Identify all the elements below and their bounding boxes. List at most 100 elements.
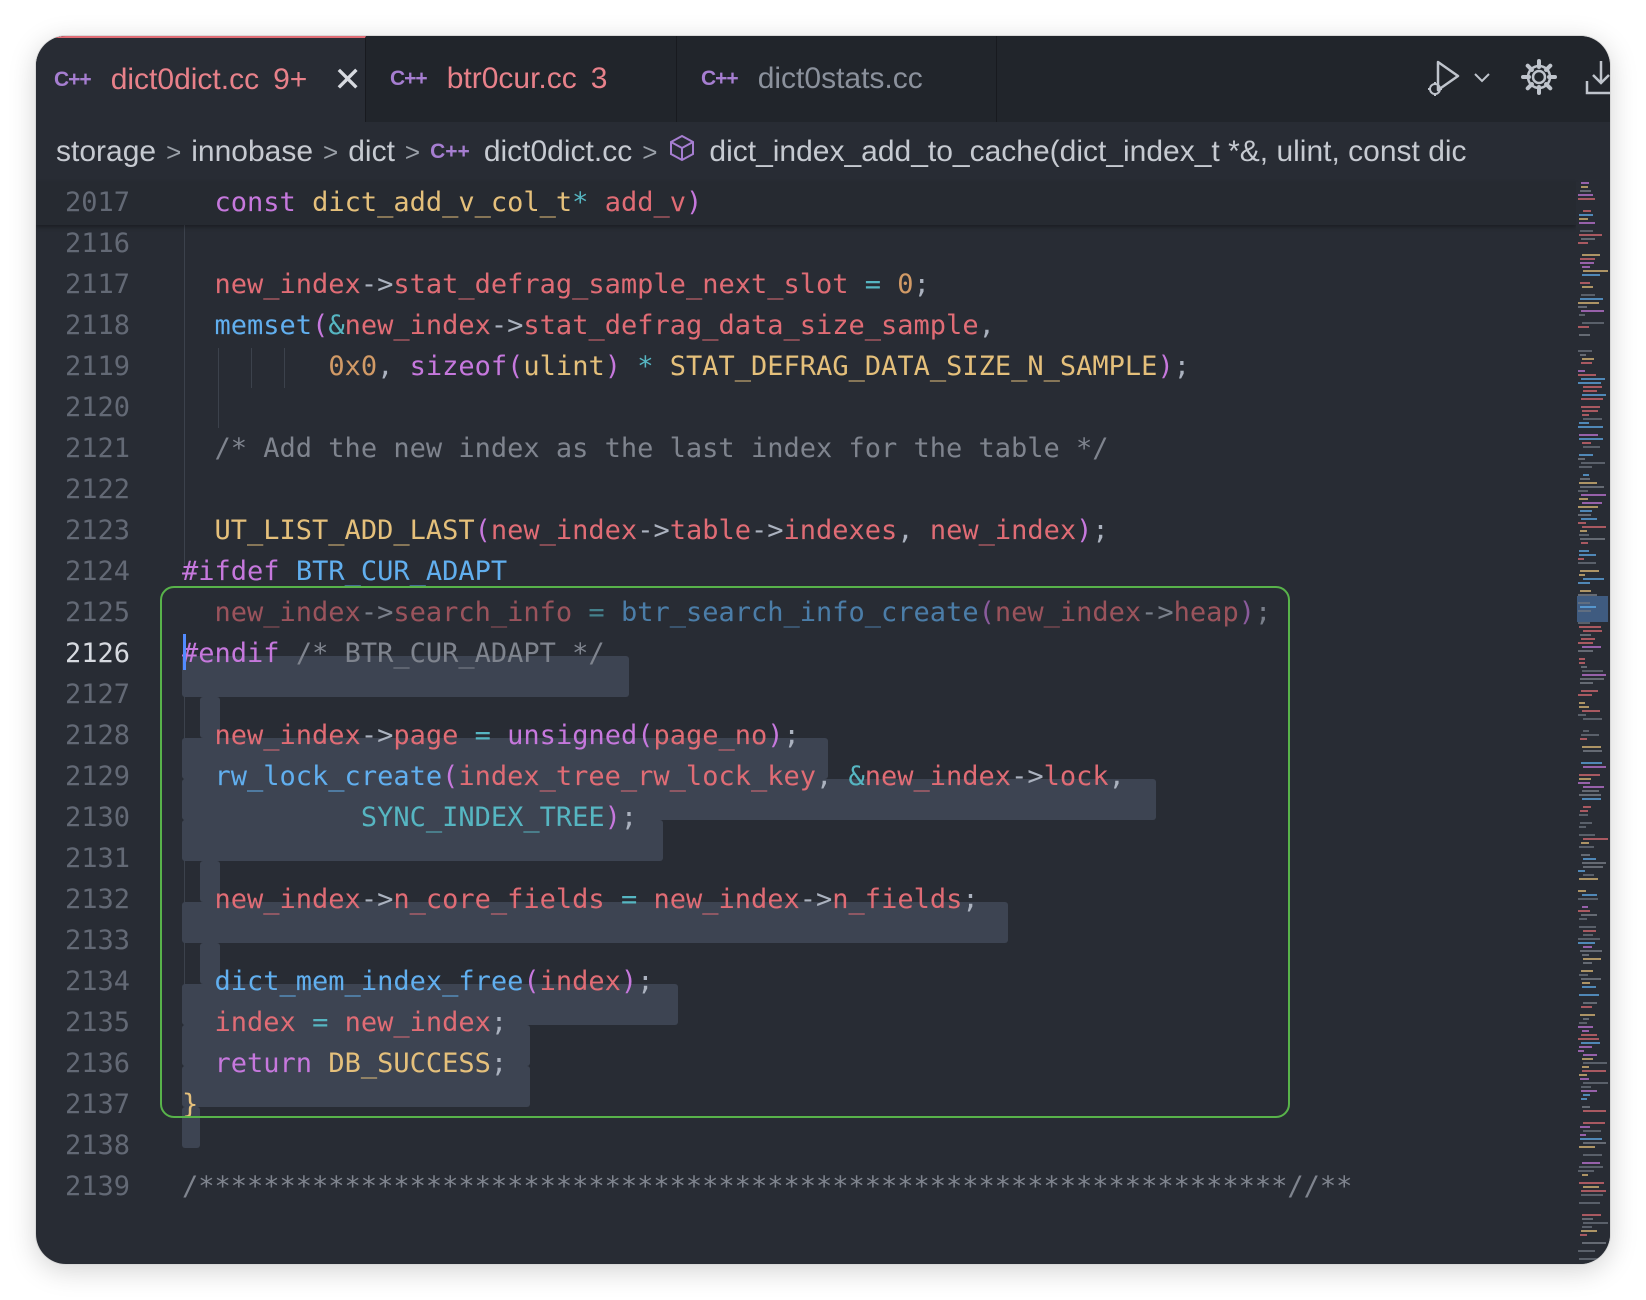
minimap-line <box>1579 926 1596 928</box>
minimap-line <box>1579 778 1591 780</box>
chevron-down-icon[interactable] <box>1472 67 1492 92</box>
minimap-line <box>1578 898 1598 900</box>
minimap-line <box>1582 1030 1589 1032</box>
minimap-line <box>1583 866 1603 868</box>
minimap-line <box>1579 1074 1587 1076</box>
breadcrumb-item[interactable]: innobase <box>191 135 313 169</box>
minimap-line <box>1583 806 1591 808</box>
breadcrumb-file[interactable]: dict0dict.cc <box>484 135 632 169</box>
minimap-line <box>1582 986 1596 988</box>
minimap-line <box>1578 610 1591 612</box>
minimap-line <box>1578 642 1593 644</box>
minimap-line <box>1582 906 1588 908</box>
minimap-line <box>1583 630 1602 632</box>
tab-btr0cur[interactable]: C++ btr0cur.cc 3 <box>366 36 677 122</box>
minimap-line <box>1582 526 1606 528</box>
minimap-line <box>1581 638 1595 640</box>
minimap-line <box>1581 1086 1591 1088</box>
editor-actions <box>1404 36 1610 122</box>
line-number: 2139 <box>64 1171 130 1202</box>
minimap-line <box>1582 1070 1606 1072</box>
minimap-line <box>1578 1038 1599 1040</box>
line-number: 2116 <box>64 228 130 259</box>
chevron-right-icon: > <box>404 136 421 167</box>
breadcrumb-item[interactable]: dict <box>348 135 395 169</box>
minimap-line <box>1578 306 1587 308</box>
minimap-line <box>1579 574 1585 576</box>
minimap-line <box>1578 1250 1595 1252</box>
code-editor[interactable]: 2017 2116 2117 2118 2119 2120 2121 2122 … <box>36 182 1576 1264</box>
tab-dict0dict[interactable]: C++ dict0dict.cc 9+ ✕ <box>36 36 366 122</box>
minimap-line <box>1581 542 1588 544</box>
minimap-line <box>1582 286 1593 288</box>
minimap-line <box>1578 650 1593 652</box>
minimap-line <box>1582 1174 1588 1176</box>
minimap-line <box>1581 182 1589 184</box>
minimap-line <box>1583 210 1591 212</box>
minimap-line <box>1583 946 1592 948</box>
minimap-line <box>1581 690 1598 692</box>
method-symbol-icon <box>667 133 697 171</box>
minimap-line <box>1580 262 1594 264</box>
line-number: 2132 <box>64 884 130 915</box>
minimap-line <box>1579 1046 1592 1048</box>
minimap-line <box>1578 870 1585 872</box>
minimap-line <box>1583 418 1602 420</box>
minimap-line <box>1583 474 1589 476</box>
minimap-line <box>1581 462 1605 464</box>
minimap-line <box>1581 978 1601 980</box>
minimap-line <box>1582 1214 1601 1216</box>
minimap-line <box>1579 846 1594 848</box>
minimap-line <box>1581 1090 1597 1092</box>
minimap-line <box>1581 362 1592 364</box>
minimap-line <box>1582 746 1601 748</box>
minimap-line <box>1582 670 1603 672</box>
minimap-line <box>1578 1050 1584 1052</box>
minimap-line <box>1580 738 1587 740</box>
minimap-line <box>1579 222 1595 224</box>
minimap-line <box>1579 1258 1603 1260</box>
minimap-line <box>1582 894 1597 896</box>
minimap-line <box>1580 810 1588 812</box>
minimap[interactable] <box>1576 182 1610 1264</box>
minimap-line <box>1579 1202 1600 1204</box>
minimap-line <box>1580 282 1590 284</box>
minimap-line <box>1578 350 1592 352</box>
tab-label: dict0stats.cc <box>757 62 923 95</box>
minimap-line <box>1579 658 1585 660</box>
minimap-line <box>1581 1098 1587 1100</box>
problem-count-badge: 9+ <box>273 63 308 96</box>
minimap-line <box>1582 862 1606 864</box>
minimap-line <box>1583 578 1604 580</box>
download-icon[interactable] <box>1584 57 1610 102</box>
line-number: 2136 <box>64 1048 130 1079</box>
close-icon[interactable]: ✕ <box>333 60 362 100</box>
minimap-line <box>1579 550 1589 552</box>
minimap-line <box>1578 242 1588 244</box>
minimap-line <box>1580 1234 1587 1236</box>
minimap-line <box>1583 934 1593 936</box>
minimap-line <box>1580 634 1591 636</box>
tab-label: btr0cur.cc <box>446 62 577 95</box>
minimap-line <box>1578 714 1586 716</box>
run-debug-icon[interactable] <box>1424 56 1466 103</box>
minimap-line <box>1582 1106 1590 1108</box>
minimap-line <box>1581 854 1590 856</box>
minimap-line <box>1579 214 1593 216</box>
minimap-line <box>1581 294 1595 296</box>
minimap-line <box>1583 390 1597 392</box>
minimap-line <box>1583 1018 1589 1020</box>
breadcrumb-item[interactable]: storage <box>56 135 156 169</box>
line-number: 2122 <box>64 474 130 505</box>
minimap-line <box>1581 1194 1603 1196</box>
minimap-line <box>1580 230 1593 232</box>
minimap-line <box>1580 950 1602 952</box>
minimap-line <box>1582 798 1601 800</box>
line-number: 2121 <box>64 433 130 464</box>
breadcrumb-symbol[interactable]: dict_index_add_to_cache(dict_index_t *&,… <box>709 135 1466 169</box>
tab-dict0stats[interactable]: C++ dict0stats.cc <box>677 36 997 122</box>
line-number: 2133 <box>64 925 130 956</box>
cpp-file-icon: C++ <box>390 67 428 90</box>
gear-icon[interactable] <box>1520 58 1558 101</box>
minimap-viewport-slider[interactable] <box>1577 596 1608 622</box>
